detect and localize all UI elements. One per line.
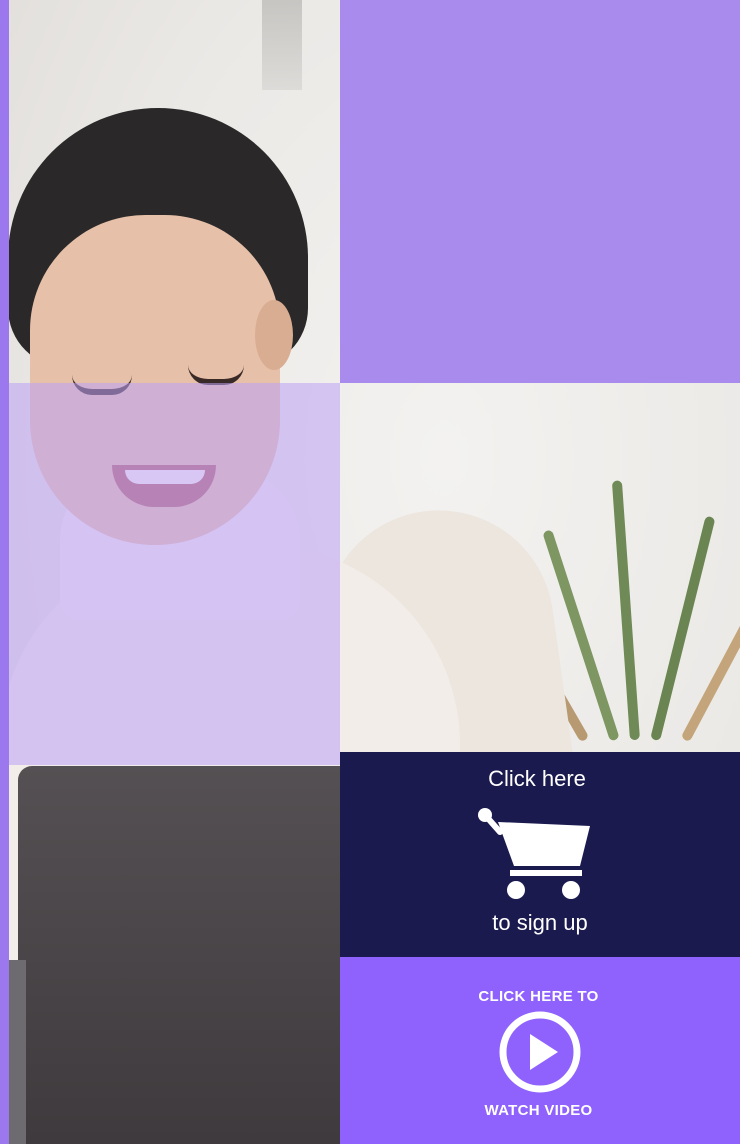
play-circle-icon: [499, 1011, 581, 1093]
lavender-tint-panel: [9, 383, 340, 765]
signup-label-bottom: to sign up: [492, 910, 588, 935]
left-stripe: [0, 0, 9, 1144]
laptop: [18, 766, 358, 1144]
video-label-top: CLICK HERE TO: [478, 988, 599, 1005]
shopping-cart-icon: [478, 808, 590, 899]
signup-button[interactable]: Click here to sign up: [340, 752, 740, 957]
wall-detail: [262, 0, 302, 90]
watch-video-button[interactable]: CLICK HERE TO WATCH VIDEO: [340, 957, 740, 1144]
purple-tint-panel: [340, 0, 740, 383]
video-label-bottom: WATCH VIDEO: [484, 1102, 593, 1119]
ear: [255, 300, 293, 370]
signup-label-top: Click here: [488, 766, 586, 791]
